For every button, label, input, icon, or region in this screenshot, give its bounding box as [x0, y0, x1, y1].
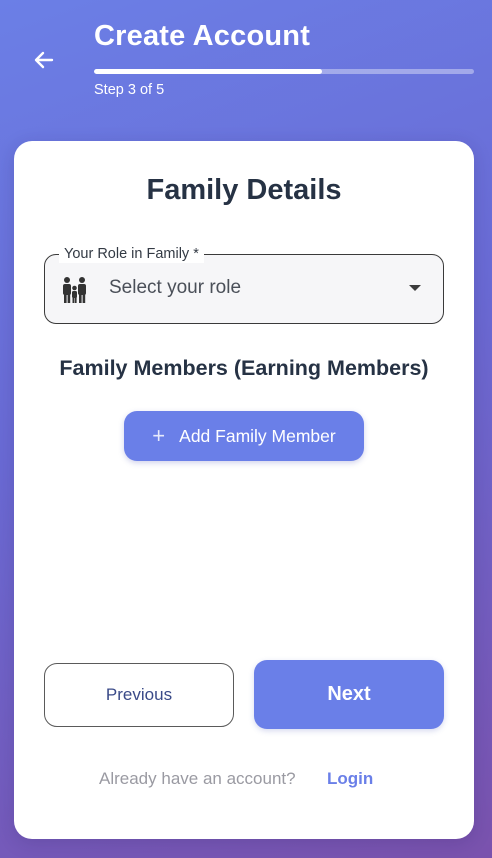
add-family-member-button[interactable]: + Add Family Member: [124, 411, 364, 461]
progress-bar: [94, 69, 474, 74]
dropdown-caret-icon: [409, 285, 421, 291]
arrow-left-icon: [34, 51, 54, 69]
role-field-label: Your Role in Family *: [59, 245, 204, 263]
plus-icon: +: [152, 423, 166, 448]
next-button[interactable]: Next: [254, 660, 444, 729]
role-select-field[interactable]: Your Role in Family * Select your role: [44, 245, 444, 324]
progress-bar-fill: [94, 69, 322, 74]
step-indicator: Step 3 of 5: [94, 82, 165, 98]
role-placeholder: Select your role: [109, 277, 242, 298]
back-button[interactable]: [26, 42, 62, 78]
family-icon: [63, 277, 86, 303]
login-link[interactable]: Login: [327, 769, 373, 789]
page-title: Create Account: [94, 20, 311, 52]
existing-account-text: Already have an account?: [99, 769, 296, 788]
card-title: Family Details: [146, 174, 342, 206]
add-family-member-label: Add Family Member: [179, 425, 336, 446]
family-details-card: Family Details Your Role in Family * Sel…: [14, 141, 474, 839]
previous-button[interactable]: Previous: [44, 663, 234, 727]
family-members-heading: Family Members (Earning Members): [59, 356, 429, 380]
